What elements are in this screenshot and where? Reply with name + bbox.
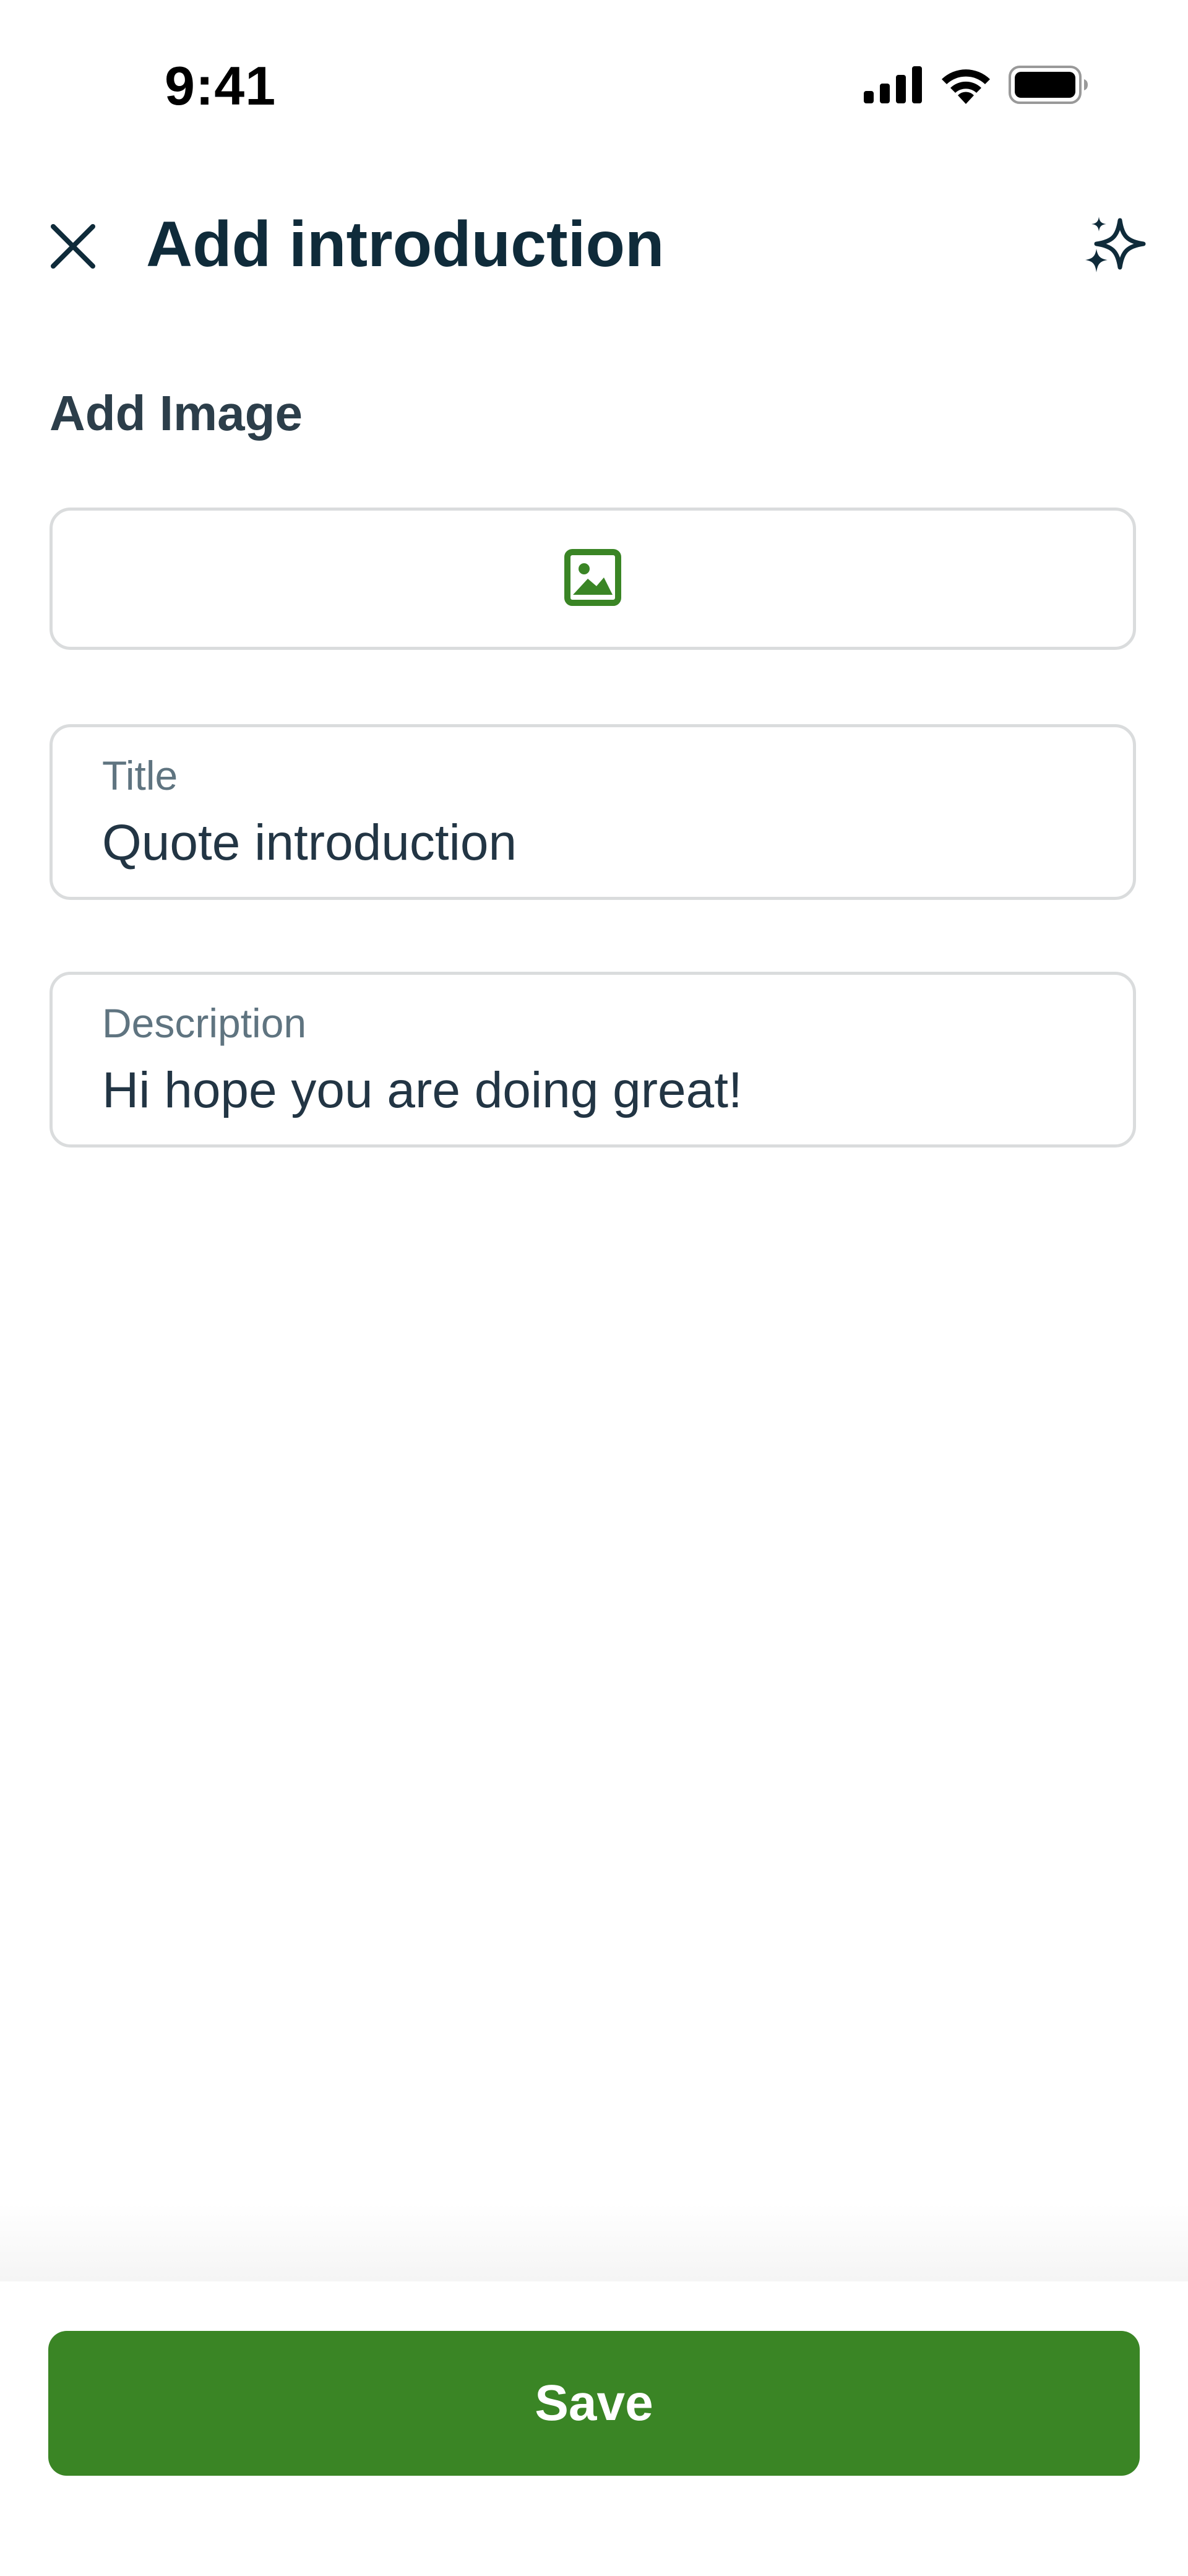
- cellular-signal-icon: [864, 66, 923, 103]
- page-title: Add introduction: [146, 209, 665, 280]
- bottom-bar: Save: [0, 2281, 1188, 2576]
- status-icons: [864, 66, 1089, 104]
- header: Add introduction: [0, 186, 1188, 309]
- description-input[interactable]: Hi hope you are doing great!: [102, 1061, 1080, 1120]
- description-field-label: Description: [102, 1000, 307, 1046]
- description-field[interactable]: Description Hi hope you are doing great!: [50, 972, 1136, 1148]
- battery-icon: [1009, 66, 1089, 104]
- close-button[interactable]: [40, 214, 106, 281]
- ai-assist-button[interactable]: [1079, 210, 1153, 285]
- bottom-fade: [0, 2203, 1188, 2284]
- status-bar: 9:41: [0, 0, 1188, 155]
- status-time: 9:41: [165, 55, 277, 116]
- image-picker[interactable]: [50, 508, 1136, 650]
- image-icon: [564, 548, 621, 609]
- title-field[interactable]: Title Quote introduction: [50, 724, 1136, 900]
- sparkles-icon: [1084, 214, 1148, 282]
- title-field-label: Title: [102, 753, 178, 798]
- title-input[interactable]: Quote introduction: [102, 814, 1080, 872]
- save-button[interactable]: Save: [48, 2331, 1140, 2476]
- wifi-icon: [939, 66, 992, 104]
- close-icon: [48, 222, 98, 274]
- add-image-label: Add Image: [50, 386, 303, 441]
